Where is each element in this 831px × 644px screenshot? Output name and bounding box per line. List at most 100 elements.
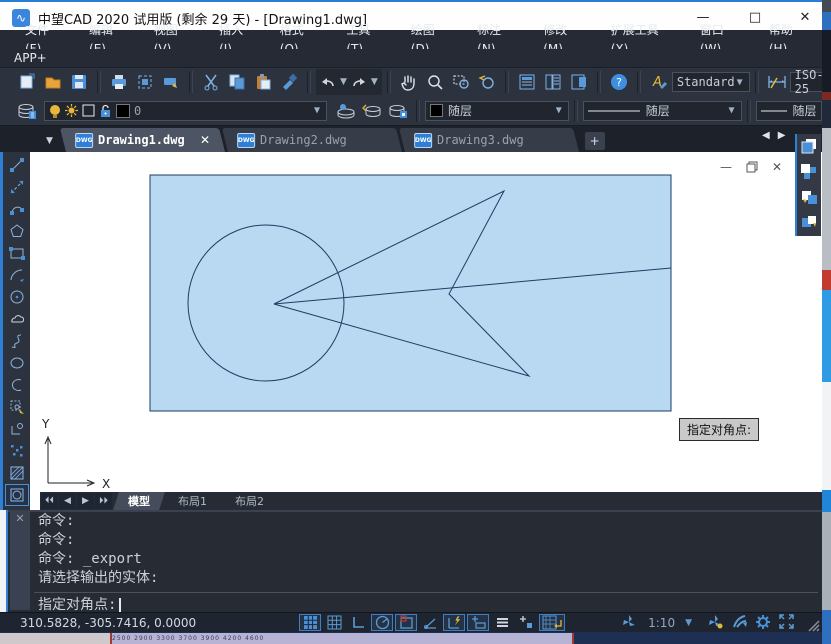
add-annotation-icon[interactable] <box>515 614 537 631</box>
auto-annotation-icon[interactable] <box>707 614 729 631</box>
object-snap-tracking-icon[interactable] <box>419 614 441 631</box>
spline-tool-icon[interactable] <box>5 330 29 352</box>
grid-display-icon[interactable] <box>323 614 345 631</box>
tab-layout1[interactable]: 布局1 <box>163 492 222 510</box>
polygon-tool-icon[interactable] <box>5 220 29 242</box>
first-tab-icon[interactable]: ⏴⏴ <box>41 493 58 509</box>
revision-cloud-tool-icon[interactable] <box>5 308 29 330</box>
plot-icon[interactable] <box>106 70 132 94</box>
make-block-tool-icon[interactable] <box>5 418 29 440</box>
send-under-icon[interactable] <box>800 214 818 232</box>
tab-scroll-right-icon[interactable]: ▶ <box>778 130 786 141</box>
doc-minimize-icon[interactable]: — <box>720 160 732 174</box>
doc-close-icon[interactable]: ✕ <box>772 160 782 174</box>
tab-drawing2[interactable]: DWG Drawing2.dwg <box>222 128 402 152</box>
scale-dropdown-icon[interactable]: ▼ <box>685 618 692 628</box>
drawing-canvas[interactable]: Y X — ✕ 指定对角点: ⏴⏴ ◀ ▶ ⏵⏵ 模型 布局1 布局2 <box>30 152 822 510</box>
object-snap-icon[interactable] <box>395 614 417 631</box>
undo-icon[interactable] <box>318 70 338 94</box>
bring-to-front-icon[interactable] <box>800 138 818 156</box>
insert-block-tool-icon[interactable] <box>5 396 29 418</box>
zoom-realtime-icon[interactable] <box>422 70 448 94</box>
region-tool-icon[interactable] <box>5 484 29 506</box>
settings-gear-icon[interactable] <box>755 614 777 631</box>
doc-restore-icon[interactable] <box>746 161 758 173</box>
tab-drawing3[interactable]: DWG Drawing3.dwg <box>399 128 579 152</box>
new-tab-button[interactable]: + <box>585 132 605 150</box>
help-icon[interactable]: ? <box>606 70 632 94</box>
arc-tool-icon[interactable] <box>5 264 29 286</box>
ortho-mode-icon[interactable] <box>347 614 369 631</box>
copy-icon[interactable] <box>224 70 250 94</box>
svg-text:?: ? <box>616 76 622 89</box>
match-properties-icon[interactable] <box>276 70 302 94</box>
redo-icon[interactable] <box>349 70 369 94</box>
layer-isolate-icon[interactable] <box>385 99 411 123</box>
publish-icon[interactable] <box>158 70 184 94</box>
tab-layout2[interactable]: 布局2 <box>220 492 279 510</box>
text-style-icon[interactable]: A <box>646 70 672 94</box>
command-close-icon[interactable]: ✕ <box>15 512 24 525</box>
tab-model[interactable]: 模型 <box>113 492 165 510</box>
tab-drawing1[interactable]: DWG Drawing1.dwg ✕ <box>60 128 225 152</box>
draw-toolbar <box>0 152 30 510</box>
new-file-icon[interactable] <box>14 70 40 94</box>
prev-tab-icon[interactable]: ◀ <box>59 493 76 509</box>
cut-scissors-icon[interactable] <box>198 70 224 94</box>
status-menu-icon[interactable] <box>491 614 513 631</box>
save-icon[interactable] <box>66 70 92 94</box>
design-center-icon[interactable] <box>566 70 592 94</box>
tool-palettes-icon[interactable] <box>540 70 566 94</box>
layer-previous-icon[interactable] <box>359 99 385 123</box>
bring-above-icon[interactable] <box>800 189 818 207</box>
dimension-style-icon[interactable] <box>764 70 790 94</box>
annotation-visibility-icon[interactable] <box>621 614 643 631</box>
annotation-scale-value[interactable]: 1:10 <box>648 616 675 630</box>
fullscreen-icon[interactable] <box>779 614 801 631</box>
open-folder-icon[interactable] <box>40 70 66 94</box>
paste-icon[interactable] <box>250 70 276 94</box>
close-tab-icon[interactable]: ✕ <box>200 133 210 147</box>
construction-line-tool-icon[interactable] <box>5 176 29 198</box>
properties-palette-icon[interactable] <box>514 70 540 94</box>
tab-scroll-left-icon[interactable]: ◀ <box>762 130 770 141</box>
lineweight-select[interactable]: 随层 <box>756 101 823 121</box>
linetype-select[interactable]: 随层 ▼ <box>583 101 742 121</box>
command-prompt[interactable]: 指定对角点: <box>38 594 121 614</box>
polar-tracking-icon[interactable] <box>371 614 393 631</box>
undo-redo-group: ▼ ▼ <box>316 69 382 95</box>
menu-app-plus[interactable]: APP+ <box>0 49 822 68</box>
annotation-monitor-icon[interactable] <box>731 614 753 631</box>
redo-dropdown-caret[interactable]: ▼ <box>371 77 378 87</box>
send-to-back-icon[interactable] <box>800 163 818 181</box>
text-style-select[interactable]: Standard▼ <box>672 72 750 92</box>
layer-select[interactable]: 0 ▼ <box>44 101 327 121</box>
selection-window <box>150 175 671 411</box>
polyline-tool-icon[interactable] <box>5 198 29 220</box>
tab-list-dropdown-icon[interactable]: ▼ <box>46 136 53 146</box>
snap-mode-icon[interactable] <box>299 614 321 631</box>
pan-hand-icon[interactable] <box>396 70 422 94</box>
zoom-previous-icon[interactable] <box>474 70 500 94</box>
hatch-tool-icon[interactable] <box>5 462 29 484</box>
plot-preview-icon[interactable] <box>132 70 158 94</box>
layer-states-icon[interactable] <box>333 99 359 123</box>
text-cursor <box>119 598 121 612</box>
circle-tool-icon[interactable] <box>5 286 29 308</box>
next-tab-icon[interactable]: ▶ <box>77 493 94 509</box>
layer-properties-icon[interactable] <box>14 99 40 123</box>
point-tool-icon[interactable] <box>5 440 29 462</box>
model-paper-space-icon[interactable] <box>539 614 565 631</box>
last-tab-icon[interactable]: ⏵⏵ <box>95 493 112 509</box>
ellipse-tool-icon[interactable] <box>5 352 29 374</box>
undo-dropdown-caret[interactable]: ▼ <box>340 77 347 87</box>
ellipse-arc-tool-icon[interactable] <box>5 374 29 396</box>
resize-grip[interactable] <box>806 618 820 632</box>
dynamic-input-icon[interactable] <box>443 614 465 631</box>
linetype-sample <box>588 109 640 113</box>
zoom-window-icon[interactable] <box>448 70 474 94</box>
lineweight-display-icon[interactable] <box>467 614 489 631</box>
line-tool-icon[interactable] <box>5 154 29 176</box>
rectangle-tool-icon[interactable] <box>5 242 29 264</box>
color-select[interactable]: 随层 ▼ <box>425 101 569 121</box>
